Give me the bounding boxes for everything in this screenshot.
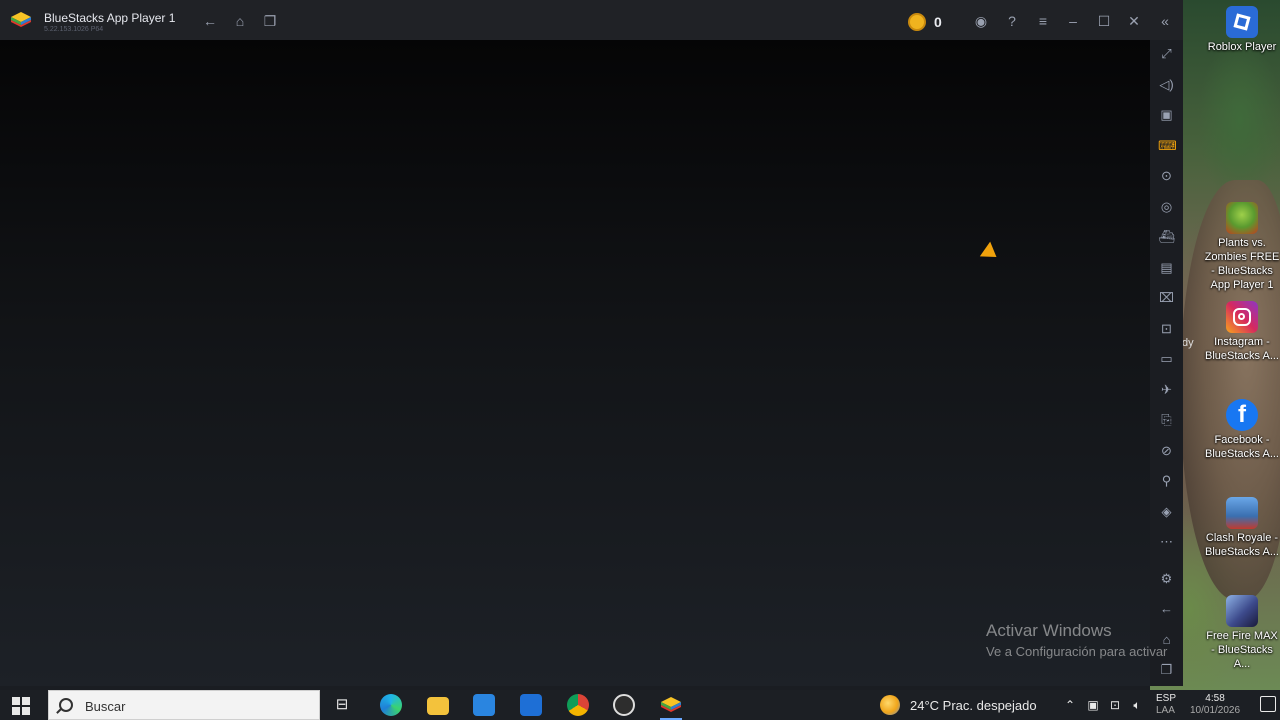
media-manager-icon[interactable]: ▣ bbox=[1158, 106, 1175, 123]
notification-center-icon[interactable] bbox=[1260, 696, 1276, 712]
sync-icon[interactable]: ◎ bbox=[1158, 198, 1175, 215]
task-view-icon[interactable]: ⊟ bbox=[334, 697, 350, 713]
search-placeholder: Buscar bbox=[85, 699, 126, 714]
airplane-mode-icon[interactable]: ✈ bbox=[1158, 381, 1175, 398]
game-controls-icon[interactable]: ⛴ bbox=[1158, 228, 1175, 245]
activate-windows-title: Activar Windows bbox=[986, 621, 1112, 640]
gallery-icon[interactable]: ▭ bbox=[1158, 350, 1175, 367]
speaker-icon[interactable]: 🔈︎ bbox=[1129, 697, 1145, 713]
clock-date: 10/01/2026 bbox=[1190, 705, 1241, 716]
desktop-icon-label: Instagram - BlueStacks A... bbox=[1205, 336, 1279, 362]
screenshot-icon[interactable]: ⌧ bbox=[1158, 289, 1175, 306]
collapse-sidebar-icon[interactable]: « bbox=[1156, 12, 1174, 30]
desktop-icon-roblox[interactable]: Roblox Player bbox=[1204, 6, 1280, 54]
show-hidden-icons-icon[interactable]: ⌃ bbox=[1062, 697, 1078, 713]
title-bar[interactable]: BlueStacks App Player 1 5.22.153.1026 P6… bbox=[0, 0, 1183, 40]
coin-icon[interactable] bbox=[908, 13, 926, 31]
right-sidebar: ⤢ ◁) ▣ ⌨ ⊙ ◎ ⛴ ▤ ⌧ ⊡ ▭ ✈ ⎘ ⊘ ⚲ ◈ ⋯ ⚙ ← ⌂… bbox=[1150, 40, 1183, 686]
obs-icon[interactable] bbox=[613, 694, 635, 716]
app-version: 5.22.153.1026 P64 bbox=[44, 26, 104, 33]
activate-windows-subtitle: Ve a Configuración para activar bbox=[986, 644, 1168, 659]
eco-mode-icon[interactable]: ⊘ bbox=[1158, 442, 1175, 459]
taskbar: Buscar ⊟ 24°C Prac. despejado ⌃ ▣ ⊡ 🔈︎ E… bbox=[0, 690, 1280, 720]
layers-icon[interactable]: ◈ bbox=[1158, 503, 1175, 520]
desktop-icon-clash-royale[interactable]: Clash Royale - BlueStacks A... bbox=[1204, 497, 1280, 559]
clock-time: 4:58 bbox=[1205, 693, 1225, 704]
more-icon[interactable]: ⋯ bbox=[1158, 533, 1175, 550]
language-code: ESP bbox=[1156, 693, 1177, 704]
file-explorer-icon[interactable] bbox=[427, 697, 449, 715]
window-title: BlueStacks App Player 1 bbox=[44, 11, 176, 25]
bluestacks-icon[interactable] bbox=[660, 694, 682, 716]
clash-royale-icon bbox=[1226, 497, 1258, 529]
help-icon[interactable]: ? bbox=[1003, 12, 1021, 30]
account-icon[interactable]: ◉ bbox=[972, 12, 990, 30]
desktop-icon-label: Clash Royale - BlueStacks A... bbox=[1205, 532, 1279, 558]
network-icon[interactable]: ⊡ bbox=[1107, 697, 1123, 713]
taskbar-search-box[interactable]: Buscar bbox=[48, 690, 320, 720]
weather-icon[interactable] bbox=[880, 695, 900, 715]
desktop-icon-instagram[interactable]: Instagram - BlueStacks A... bbox=[1204, 301, 1280, 363]
desktop-icon-label: Facebook - BlueStacks A... bbox=[1205, 434, 1279, 460]
free-fire-max-icon bbox=[1226, 595, 1258, 627]
windows-start-icon[interactable] bbox=[12, 697, 30, 715]
home-icon[interactable]: ⌂ bbox=[231, 12, 249, 30]
taskbar-clock[interactable]: 4:58 10/01/2026 bbox=[1190, 693, 1240, 717]
minimize-icon[interactable]: – bbox=[1064, 12, 1082, 30]
store-icon[interactable] bbox=[473, 694, 495, 716]
desktop-icon-facebook[interactable]: f Facebook - BlueStacks A... bbox=[1204, 399, 1280, 461]
bluestacks-logo-icon bbox=[11, 12, 31, 27]
desktop-icon-label: Plants vs. Zombies FREE - BlueStacks App… bbox=[1204, 237, 1280, 291]
coin-count: 0 bbox=[934, 14, 942, 30]
language-indicator[interactable]: ESP LAA bbox=[1156, 693, 1176, 717]
settings-icon[interactable]: ⚙ bbox=[1158, 570, 1175, 587]
android-recent-icon[interactable]: ❐ bbox=[1158, 661, 1175, 678]
edge-icon[interactable] bbox=[380, 694, 402, 716]
volume-icon[interactable]: ◁) bbox=[1158, 76, 1175, 93]
desktop-icon-free-fire-max[interactable]: Free Fire MAX - BlueStacks A... bbox=[1204, 595, 1280, 671]
language-layout: LAA bbox=[1156, 705, 1175, 716]
roblox-icon bbox=[1226, 6, 1258, 38]
back-icon[interactable]: ← bbox=[201, 12, 219, 30]
fullscreen-icon[interactable]: ⤢ bbox=[1158, 45, 1175, 62]
activate-windows-watermark: Activar Windows Ve a Configuración para … bbox=[986, 621, 1167, 659]
desktop: dy Roblox Player Plants vs. Zombies FREE… bbox=[0, 0, 1280, 720]
keyboard-controls-icon[interactable]: ⌨ bbox=[1158, 137, 1177, 154]
close-icon[interactable]: ✕ bbox=[1125, 12, 1143, 30]
android-screen[interactable] bbox=[0, 40, 1150, 686]
record-icon[interactable]: ⊡ bbox=[1158, 320, 1175, 337]
bluestacks-window: BlueStacks App Player 1 5.22.153.1026 P6… bbox=[0, 0, 1183, 686]
android-back-icon[interactable]: ← bbox=[1158, 600, 1175, 617]
mail-icon[interactable] bbox=[520, 694, 542, 716]
search-icon bbox=[59, 698, 73, 712]
chrome-icon[interactable] bbox=[567, 694, 589, 716]
maximize-icon[interactable]: ☐ bbox=[1095, 12, 1113, 30]
desktop-icon-plants-vs-zombies[interactable]: Plants vs. Zombies FREE - BlueStacks App… bbox=[1204, 202, 1280, 292]
recent-apps-icon[interactable]: ❐ bbox=[261, 12, 279, 30]
menu-icon[interactable]: ≡ bbox=[1034, 12, 1052, 30]
facebook-icon: f bbox=[1226, 399, 1258, 431]
apk-install-icon[interactable]: ▤ bbox=[1158, 259, 1175, 276]
location-icon[interactable]: ⚲ bbox=[1158, 472, 1175, 489]
instagram-icon bbox=[1226, 301, 1258, 333]
desktop-icon-label: Roblox Player bbox=[1207, 41, 1277, 53]
macro-icon[interactable]: ⊙ bbox=[1158, 167, 1175, 184]
plants-vs-zombies-icon bbox=[1226, 202, 1258, 234]
bluestacks-tray-icon[interactable]: ▣ bbox=[1085, 697, 1101, 713]
rotate-icon[interactable]: ⎘ bbox=[1158, 411, 1175, 428]
desktop-icon-label: Free Fire MAX - BlueStacks A... bbox=[1206, 630, 1278, 670]
weather-text[interactable]: 24°C Prac. despejado bbox=[910, 698, 1037, 713]
wallpaper-text-fragment: dy bbox=[1182, 337, 1194, 349]
mouse-cursor-icon bbox=[979, 241, 1002, 265]
